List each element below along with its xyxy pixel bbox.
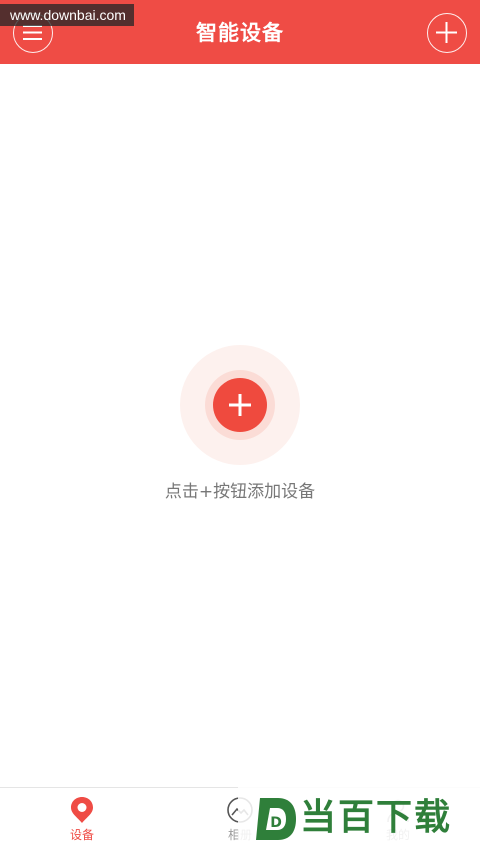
logo-letter: D [270, 815, 282, 831]
logo-d-icon: D [256, 798, 296, 840]
empty-state-add-button[interactable] [213, 378, 267, 432]
watermark-url: www.downbai.com [0, 4, 134, 26]
add-device-button[interactable] [427, 13, 467, 53]
tab-devices-label: 设备 [69, 828, 94, 842]
location-pin-icon [71, 797, 93, 823]
empty-state-hint: 点击+按钮添加设备 [164, 482, 316, 502]
plus-icon [229, 394, 251, 416]
tab-devices[interactable]: 设备 [42, 788, 122, 854]
logo-text: 当百下载 [300, 797, 453, 838]
plus-icon [436, 22, 457, 43]
watermark-logo: D 当百下载 [238, 786, 480, 853]
